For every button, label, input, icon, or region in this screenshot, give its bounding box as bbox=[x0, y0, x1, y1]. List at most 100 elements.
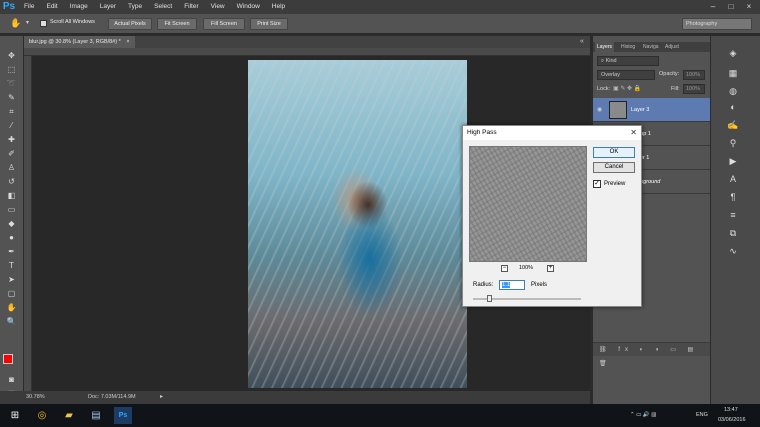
dodge-tool-icon[interactable]: ● bbox=[5, 232, 18, 243]
quick-mask-icon[interactable]: ◙ bbox=[5, 374, 18, 385]
scroll-all-checkbox[interactable] bbox=[40, 20, 47, 27]
clock-time[interactable]: 13:47 bbox=[724, 407, 738, 413]
character-icon[interactable]: A bbox=[725, 172, 741, 186]
close-window-icon[interactable]: × bbox=[740, 0, 758, 14]
adjustments-icon[interactable]: ◐ bbox=[725, 100, 741, 114]
panel-collapse-icon[interactable]: « bbox=[574, 36, 590, 48]
play-icon[interactable]: ▶ bbox=[725, 154, 741, 168]
gradient-tool-icon[interactable]: ▭ bbox=[5, 204, 18, 215]
zoom-tool-icon[interactable]: 🔍 bbox=[5, 316, 18, 327]
fit-screen-button[interactable]: Fit Screen bbox=[157, 18, 197, 30]
maximize-icon[interactable]: □ bbox=[722, 0, 740, 14]
ok-button[interactable]: OK bbox=[593, 147, 635, 158]
quick-select-tool-icon[interactable]: ✎ bbox=[5, 92, 18, 103]
layers-icon[interactable]: ◈ bbox=[725, 46, 741, 60]
brush-panel-icon[interactable]: ✍ bbox=[725, 118, 741, 132]
photoshop-logo: Ps bbox=[2, 1, 16, 12]
eraser-tool-icon[interactable]: ◧ bbox=[5, 190, 18, 201]
doc-size: Doc: 7.03M/114.9M bbox=[88, 394, 136, 400]
status-arrow-icon[interactable]: ▸ bbox=[160, 391, 163, 404]
layer-filter-select[interactable]: ⌕ Kind bbox=[597, 56, 659, 66]
menu-layer[interactable]: Layer bbox=[94, 0, 122, 14]
tab-histogram[interactable]: Histog bbox=[621, 42, 635, 52]
workspace-select[interactable]: Photography bbox=[682, 18, 752, 30]
lasso-tool-icon[interactable]: ➰ bbox=[5, 78, 18, 89]
language-indicator[interactable]: ENG bbox=[696, 404, 708, 427]
zoom-level[interactable]: 30.78% bbox=[26, 391, 45, 404]
menu-edit[interactable]: Edit bbox=[40, 0, 63, 14]
swatches-icon[interactable]: ◍ bbox=[725, 84, 741, 98]
chrome-icon[interactable]: ◎ bbox=[33, 407, 51, 424]
settings-sliders-icon[interactable]: ≡ bbox=[725, 208, 741, 222]
radius-unit: Pixels bbox=[531, 282, 548, 288]
document-app-icon[interactable]: ▤ bbox=[87, 407, 105, 424]
clone-stamp-tool-icon[interactable]: ♙ bbox=[5, 162, 18, 173]
menu-select[interactable]: Select bbox=[148, 0, 178, 14]
hand-tool-icon[interactable]: ✋ bbox=[10, 18, 21, 29]
document-tab-bar: blur.jpg @ 30.8% (Layer 3, RGB/8#) * × bbox=[24, 36, 590, 48]
radius-slider-handle[interactable] bbox=[487, 295, 492, 302]
opacity-field[interactable]: 100% bbox=[683, 70, 705, 80]
actual-pixels-button[interactable]: Actual Pixels bbox=[108, 18, 152, 30]
document-image[interactable] bbox=[248, 60, 467, 388]
menu-filter[interactable]: Filter bbox=[178, 0, 204, 14]
options-bar: ✋ ▾ Scroll All Windows Actual Pixels Fit… bbox=[0, 14, 760, 34]
print-size-button[interactable]: Print Size bbox=[250, 18, 288, 30]
taskbar: ⊞ ◎ ▰ ▤ Ps ⌃ ▭ 🔊 ▥ ENG 13:47 03/06/2016 bbox=[0, 404, 760, 427]
pen-tool-icon[interactable]: ✒ bbox=[5, 246, 18, 257]
close-icon[interactable]: ✕ bbox=[630, 126, 637, 140]
minimize-icon[interactable]: – bbox=[704, 0, 722, 14]
fill-screen-button[interactable]: Fill Screen bbox=[203, 18, 245, 30]
close-tab-icon[interactable]: × bbox=[126, 39, 129, 45]
fill-label: Fill: bbox=[671, 86, 680, 92]
photoshop-taskbar-icon[interactable]: Ps bbox=[114, 407, 132, 424]
paths-icon[interactable]: ∿ bbox=[725, 244, 741, 258]
eyedropper-tool-icon[interactable]: ⁄ bbox=[5, 120, 18, 131]
brush-tool-icon[interactable]: ✐ bbox=[5, 148, 18, 159]
fill-field[interactable]: 100% bbox=[683, 84, 705, 94]
history-brush-tool-icon[interactable]: ↺ bbox=[5, 176, 18, 187]
blur-tool-icon[interactable]: ◆ bbox=[5, 218, 18, 229]
preview-checkbox[interactable]: ✓ bbox=[593, 180, 601, 188]
blend-mode-select[interactable]: Overlay bbox=[597, 70, 655, 80]
tab-adjustments[interactable]: Adjust bbox=[665, 42, 679, 52]
menu-bar: Ps File Edit Image Layer Type Select Fil… bbox=[0, 0, 760, 14]
type-tool-icon[interactable]: T bbox=[5, 260, 18, 271]
menu-image[interactable]: Image bbox=[64, 0, 94, 14]
clock-date[interactable]: 03/06/2016 bbox=[718, 417, 746, 423]
tab-layers[interactable]: Layers bbox=[595, 42, 615, 52]
shape-tool-icon[interactable]: ▢ bbox=[5, 288, 18, 299]
zoom-out-icon[interactable]: − bbox=[501, 265, 508, 272]
chevron-down-icon[interactable]: ▾ bbox=[26, 19, 29, 26]
menu-help[interactable]: Help bbox=[266, 0, 291, 14]
move-tool-icon[interactable]: ✥ bbox=[5, 50, 18, 61]
foreground-color-swatch[interactable] bbox=[3, 354, 13, 364]
cancel-button[interactable]: Cancel bbox=[593, 162, 635, 173]
hand-tool-icon[interactable]: ✋ bbox=[5, 302, 18, 313]
channels-icon[interactable]: ⧉ bbox=[725, 226, 741, 240]
color-icon[interactable]: ▦ bbox=[725, 66, 741, 80]
windows-start-icon[interactable]: ⊞ bbox=[6, 407, 24, 424]
path-select-tool-icon[interactable]: ➤ bbox=[5, 274, 18, 285]
paragraph-icon[interactable]: ¶ bbox=[725, 190, 741, 204]
lock-icons[interactable]: ▣ ✎ ✥ 🔒 bbox=[613, 85, 641, 92]
eye-icon[interactable]: ◉ bbox=[597, 106, 605, 114]
filter-preview[interactable] bbox=[469, 146, 587, 262]
menu-type[interactable]: Type bbox=[122, 0, 148, 14]
menu-window[interactable]: Window bbox=[231, 0, 266, 14]
tab-navigator[interactable]: Naviga bbox=[643, 42, 659, 52]
clone-source-icon[interactable]: ⚲ bbox=[725, 136, 741, 150]
document-tab[interactable]: blur.jpg @ 30.8% (Layer 3, RGB/8#) * × bbox=[24, 36, 135, 48]
menu-file[interactable]: File bbox=[18, 0, 40, 14]
zoom-in-icon[interactable]: + bbox=[547, 265, 554, 272]
marquee-tool-icon[interactable]: ⬚ bbox=[5, 64, 18, 75]
crop-tool-icon[interactable]: ⌗ bbox=[5, 106, 18, 117]
file-explorer-icon[interactable]: ▰ bbox=[60, 407, 78, 424]
radius-input[interactable]: 1.1 bbox=[499, 280, 525, 290]
layer-filter-label: Kind bbox=[605, 58, 617, 64]
tray-icons[interactable]: ⌃ ▭ 🔊 ▥ bbox=[630, 404, 656, 427]
layer-row[interactable]: ◉ Layer 3 bbox=[593, 98, 711, 122]
layer-actions-bar[interactable]: ⛓ fx ◐ ◑ ▭ ▤ 🗑 bbox=[593, 342, 711, 367]
menu-view[interactable]: View bbox=[205, 0, 231, 14]
healing-tool-icon[interactable]: ✚ bbox=[5, 134, 18, 145]
